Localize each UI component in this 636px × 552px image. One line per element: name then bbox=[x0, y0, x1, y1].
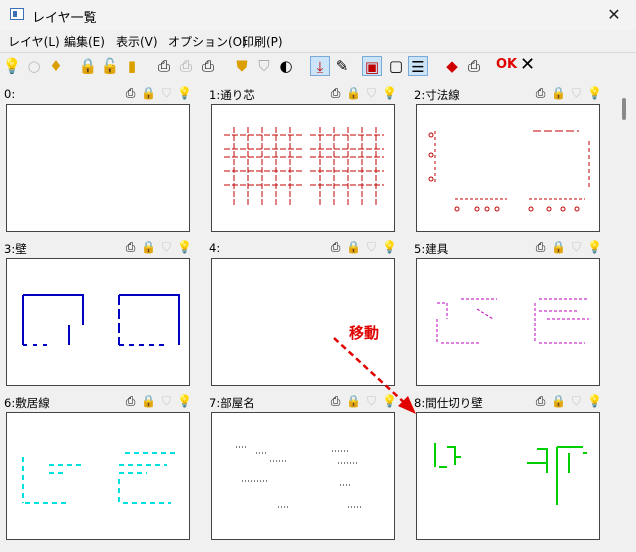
printer-icon[interactable]: ⎙ bbox=[154, 56, 174, 76]
menu-bar: レイヤ(L) 編集(E) 表示(V) オプション(O) 印刷(P) bbox=[0, 30, 636, 52]
layer-grid: 0: ⎙ 🔒 ⛉ 💡 1:通り芯 ⎙ 🔒 ⛉ 💡 2:寸法線 ⎙ 🔒 ⛉ 💡 3… bbox=[0, 82, 636, 552]
cancel-button[interactable]: ✕ bbox=[520, 54, 535, 75]
close-button[interactable]: ✕ bbox=[592, 0, 636, 30]
menu-view[interactable]: 表示(V) bbox=[116, 33, 158, 50]
printer-mixed-icon[interactable]: ⎙ bbox=[198, 56, 218, 76]
shield-half-icon[interactable]: ◐ bbox=[276, 56, 296, 76]
frame-red-icon[interactable]: ▣ bbox=[362, 56, 382, 76]
lock-open-icon[interactable]: 🔓 bbox=[100, 56, 120, 76]
shield-icon[interactable]: ⛊ bbox=[232, 56, 252, 76]
window-title: レイヤ一覧 bbox=[32, 11, 97, 26]
toolbar: 💡 ○ ♦ 🔒 🔓 ▮ ⎙ ⎙ ⎙ ⛊ ⛉ ◐ ⤓ ✎ ▣ ▢ ☰ ◆ ⎙ OK… bbox=[0, 52, 636, 79]
lock-icon[interactable]: 🔒 bbox=[78, 56, 98, 76]
menu-layer[interactable]: レイヤ(L) bbox=[8, 33, 60, 50]
layer-list-window: レイヤ一覧 ✕ レイヤ(L) 編集(E) 表示(V) オプション(O) 印刷(P… bbox=[0, 0, 636, 552]
printer-dim-icon[interactable]: ⎙ bbox=[176, 56, 196, 76]
menu-edit[interactable]: 編集(E) bbox=[64, 33, 105, 50]
shield-dim-icon[interactable]: ⛉ bbox=[254, 56, 274, 76]
move-arrow-icon bbox=[333, 337, 416, 414]
printer-color-icon[interactable]: ⎙ bbox=[464, 56, 484, 76]
frame-icon[interactable]: ▢ bbox=[386, 56, 406, 76]
ok-button[interactable]: OK bbox=[496, 57, 517, 72]
menu-print[interactable]: 印刷(P) bbox=[242, 33, 283, 50]
eraser-icon[interactable]: ◆ bbox=[442, 56, 462, 76]
download-tray-icon[interactable]: ⤓ bbox=[310, 56, 330, 76]
bulb-on-icon[interactable]: 💡 bbox=[2, 56, 22, 76]
edit-pen-icon[interactable]: ✎ bbox=[332, 56, 352, 76]
list-icon[interactable]: ☰ bbox=[408, 56, 428, 76]
app-icon bbox=[10, 8, 24, 20]
bulb-off-icon[interactable]: ○ bbox=[24, 56, 44, 76]
bulb-dim-icon[interactable]: ♦ bbox=[46, 56, 66, 76]
menu-options[interactable]: オプション(O) bbox=[168, 33, 247, 50]
lock-dim-icon[interactable]: ▮ bbox=[122, 56, 142, 76]
title-bar[interactable]: レイヤ一覧 ✕ bbox=[0, 0, 636, 30]
